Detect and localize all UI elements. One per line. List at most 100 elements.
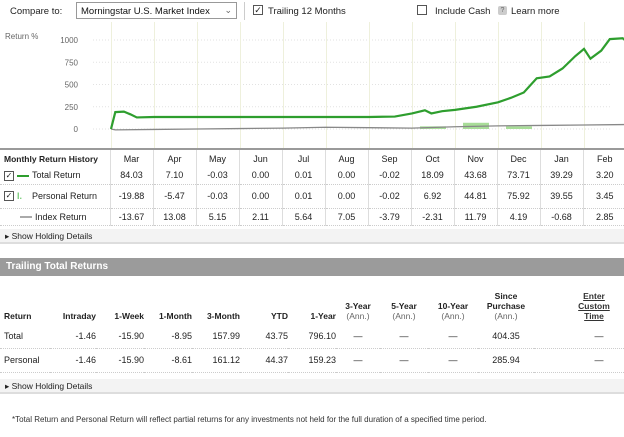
footnote: *Total Return and Personal Return will r… <box>12 415 487 424</box>
monthly-value: 6.92 <box>410 184 454 209</box>
personal-return-swatch: I. <box>17 190 23 201</box>
monthly-value: 84.03 <box>109 167 153 185</box>
column-header: Since Purchase (Ann.) <box>478 282 534 324</box>
monthly-value: 75.92 <box>496 184 540 209</box>
month-header: Dec <box>496 149 540 167</box>
month-header: May <box>195 149 239 167</box>
monthly-value: 7.05 <box>324 208 368 226</box>
monthly-value: -3.79 <box>367 208 411 226</box>
help-icon[interactable]: ? <box>498 6 507 15</box>
toolbar-divider <box>244 2 245 20</box>
return-value: 43.75 <box>240 324 288 349</box>
return-value: — <box>380 324 428 349</box>
table-row: Total -1.46 -15.90 -8.95 157.99 43.75 796.10— —… <box>0 324 624 349</box>
monthly-value: 0.00 <box>238 184 282 209</box>
series-line-total-return <box>109 37 624 130</box>
trailing-returns-header: Trailing Total Returns <box>0 258 624 276</box>
monthly-value: 0.00 <box>324 184 368 209</box>
series-checkbox[interactable]: ✓ <box>4 170 14 181</box>
compare-select-value: Morningstar U.S. Market Index <box>81 6 210 17</box>
return-value: 404.35 <box>478 324 534 349</box>
return-value: -1.46 <box>50 324 96 349</box>
trailing-12-months-checkbox[interactable]: ✓ <box>253 5 263 15</box>
table-row: Personal -1.46 -15.90 -8.61 161.12 44.37 159.2… <box>0 348 624 373</box>
monthly-value: -2.31 <box>410 208 454 226</box>
table-row: ✓ Total Return 84.03 7.10 -0.03 0.00 0.01 0.00-… <box>0 167 624 185</box>
show-holding-details-label: Show Holding Details <box>11 231 93 241</box>
monthly-value: 0.01 <box>281 184 325 209</box>
column-header: 3-Month <box>206 311 240 321</box>
include-cash-checkbox[interactable] <box>417 5 427 15</box>
return-value: -1.46 <box>50 348 96 373</box>
month-header: Feb <box>582 149 624 167</box>
return-value: 44.37 <box>240 348 288 373</box>
table-row: Index Return -13.67 13.08 5.15 2.11 5.64 7.05-… <box>0 208 624 226</box>
column-header[interactable]: Enter Custom Time <box>534 282 624 324</box>
monthly-value: 39.55 <box>539 184 583 209</box>
series-checkbox[interactable]: ✓ <box>4 191 14 202</box>
return-value: -8.61 <box>144 348 192 373</box>
column-header: Return <box>4 311 32 321</box>
column-header-label: Since Purchase <box>486 291 526 311</box>
annualized-note: (Ann.) <box>392 311 416 321</box>
column-header-label: 10-Year <box>437 301 469 311</box>
column-header: 10-Year (Ann.) <box>428 282 478 324</box>
month-header: Jun <box>238 149 282 167</box>
return-value: 285.94 <box>478 348 534 373</box>
return-value: — <box>534 348 624 373</box>
compare-label: Compare to: <box>10 6 63 17</box>
return-value: — <box>336 324 380 349</box>
annualized-note: (Ann.) <box>441 311 465 321</box>
total-return-swatch <box>17 174 29 177</box>
column-header: YTD <box>271 311 288 321</box>
monthly-value: -0.02 <box>367 184 411 209</box>
column-header: 1-Week <box>114 311 144 321</box>
return-value: -15.90 <box>96 348 144 373</box>
series-line-index-return <box>110 123 624 131</box>
monthly-value: -0.03 <box>195 184 239 209</box>
monthly-value: -13.67 <box>109 208 153 226</box>
month-header: Mar <box>109 149 153 167</box>
enter-custom-time-link[interactable]: Enter Custom Time <box>578 291 610 321</box>
monthly-value: 2.85 <box>582 208 624 226</box>
series-label: Personal Return <box>32 190 98 201</box>
y-axis-label: Return % <box>5 32 39 41</box>
monthly-value: 0.00 <box>324 167 368 185</box>
column-header-label: 3-Year <box>345 301 371 311</box>
compare-select[interactable]: Morningstar U.S. Market Index ⌄ <box>76 2 237 19</box>
chevron-down-icon: ⌄ <box>224 5 232 15</box>
monthly-value: -0.03 <box>195 167 239 185</box>
monthly-value: 73.71 <box>496 167 540 185</box>
return-value: -15.90 <box>96 324 144 349</box>
month-header: Sep <box>367 149 411 167</box>
monthly-value: -0.02 <box>367 167 411 185</box>
learn-more-link[interactable]: Learn more <box>511 6 560 17</box>
y-tick-label: 750 <box>65 58 79 67</box>
annualized-note: (Ann.) <box>494 311 518 321</box>
column-header-label: 5-Year <box>391 301 417 311</box>
return-value: — <box>380 348 428 373</box>
show-holding-details-monthly[interactable]: ▸ Show Holding Details <box>0 229 624 244</box>
show-holding-details-trailing[interactable]: ▸ Show Holding Details <box>0 379 624 394</box>
monthly-value: 5.15 <box>195 208 239 226</box>
return-value: 796.10 <box>288 324 336 349</box>
return-value: 159.23 <box>288 348 336 373</box>
return-value: — <box>428 348 478 373</box>
column-header: Intraday <box>62 311 96 321</box>
return-value: — <box>336 348 380 373</box>
series-label: Index Return <box>35 211 87 222</box>
monthly-value: -0.68 <box>539 208 583 226</box>
monthly-value: -19.88 <box>109 184 153 209</box>
month-header: Nov <box>453 149 497 167</box>
column-header: 1-Year <box>310 311 336 321</box>
monthly-title: Monthly Return History <box>4 153 98 164</box>
return-value: 161.12 <box>192 348 240 373</box>
trailing-12-months-label: Trailing 12 Months <box>268 6 346 17</box>
row-label: Total <box>0 324 50 349</box>
column-header: 3-Year (Ann.) <box>336 282 380 324</box>
monthly-return-table: Monthly Return History Mar Apr May Jun Jul Aug… <box>0 148 624 226</box>
y-tick-label: 500 <box>65 81 79 90</box>
row-label: Personal <box>0 348 50 373</box>
annualized-note: (Ann.) <box>346 311 370 321</box>
monthly-value: 2.11 <box>238 208 282 226</box>
